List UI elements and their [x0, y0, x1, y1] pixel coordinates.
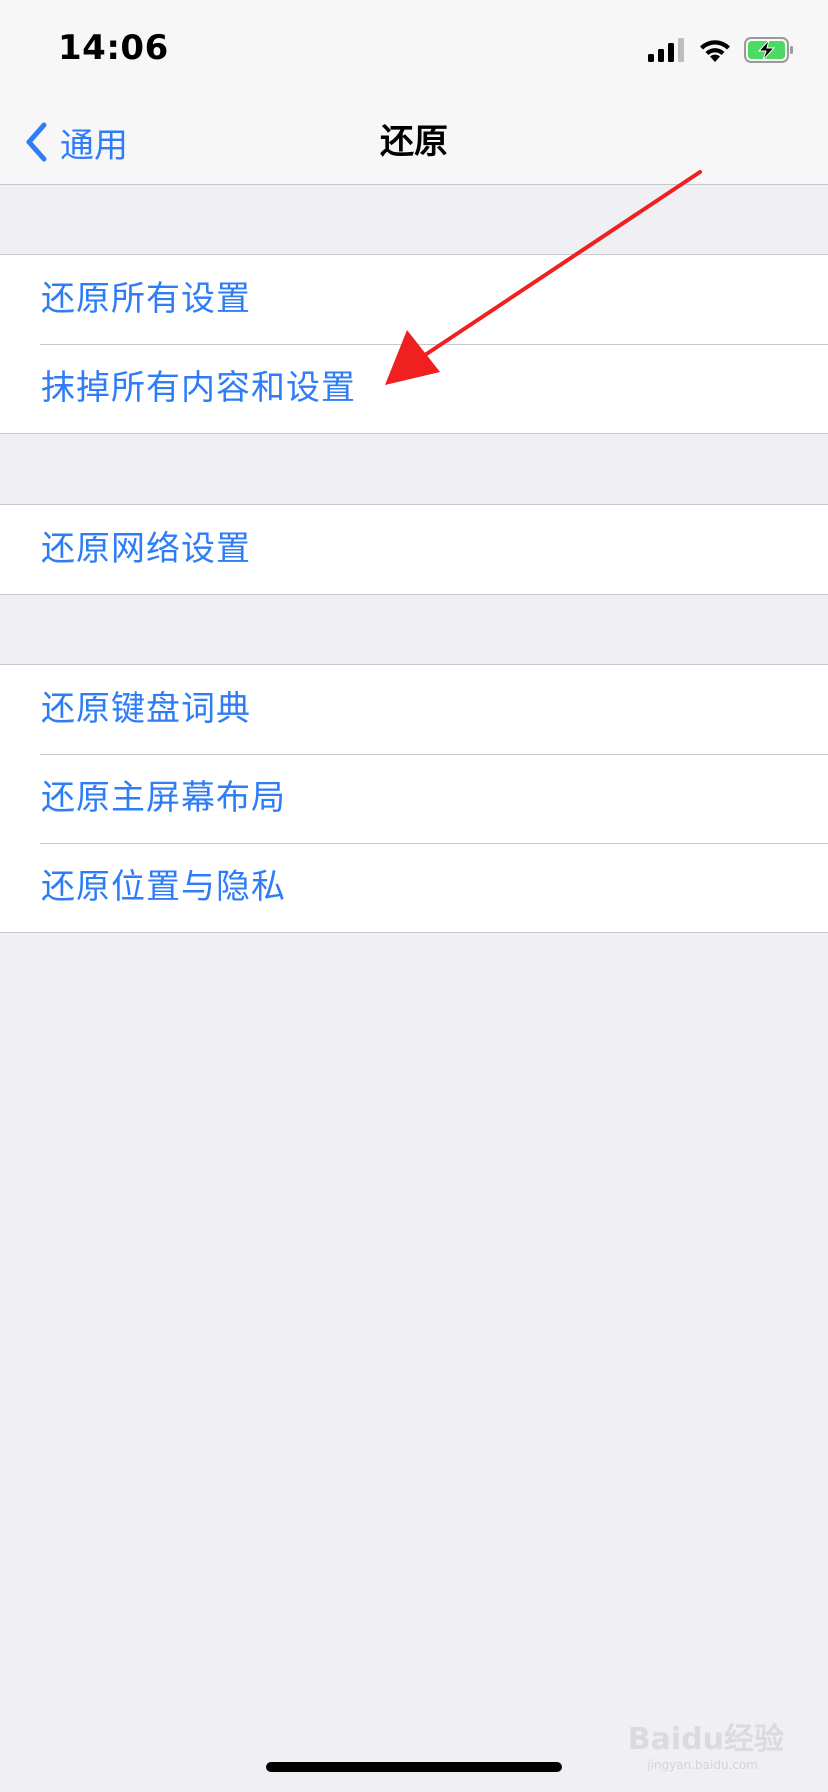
status-bar: 14:06 [0, 0, 828, 100]
settings-group-other: 还原键盘词典 还原主屏幕布局 还原位置与隐私 [0, 664, 828, 933]
home-indicator[interactable] [266, 1762, 562, 1772]
erase-all-content-cell[interactable]: 抹掉所有内容和设置 [0, 344, 828, 433]
cell-label: 抹掉所有内容和设置 [41, 368, 356, 408]
status-time: 14:06 [58, 28, 169, 68]
settings-group-reset: 还原所有设置 抹掉所有内容和设置 [0, 254, 828, 434]
cell-label: 还原主屏幕布局 [41, 778, 286, 818]
cell-label: 还原位置与隐私 [41, 867, 286, 907]
battery-charging-icon [744, 37, 793, 63]
reset-all-settings-cell[interactable]: 还原所有设置 [0, 255, 828, 344]
reset-home-screen-layout-cell[interactable]: 还原主屏幕布局 [0, 754, 828, 843]
reset-location-privacy-cell[interactable]: 还原位置与隐私 [0, 843, 828, 932]
reset-network-settings-cell[interactable]: 还原网络设置 [0, 505, 828, 594]
status-icons [648, 34, 794, 66]
cell-label: 还原网络设置 [41, 529, 251, 569]
cell-label: 还原所有设置 [41, 279, 251, 319]
reset-keyboard-dictionary-cell[interactable]: 还原键盘词典 [0, 665, 828, 754]
cell-label: 还原键盘词典 [41, 689, 251, 729]
wifi-icon [700, 40, 730, 62]
settings-group-network: 还原网络设置 [0, 504, 828, 595]
watermark-url: jingyan.baidu.com [647, 1758, 758, 1772]
navigation-bar: 通用 还原 [0, 100, 828, 185]
cellular-signal-icon [648, 38, 684, 62]
baidu-watermark: Baidu经验 [627, 1722, 784, 1757]
page-title: 还原 [380, 122, 448, 162]
